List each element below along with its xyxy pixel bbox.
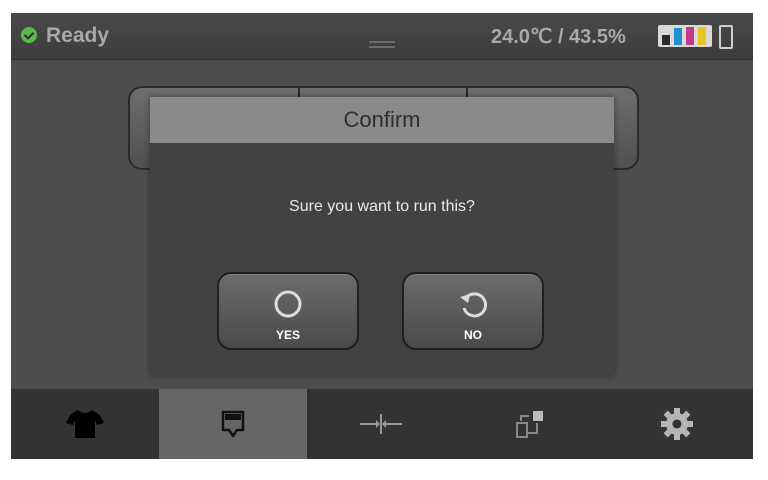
transfer-icon	[516, 411, 543, 438]
tab-tshirt[interactable]	[11, 389, 159, 459]
ink-yellow-icon	[698, 27, 706, 45]
undo-icon	[460, 292, 488, 318]
ink-cyan-icon	[674, 28, 682, 45]
tab-settings[interactable]	[603, 389, 751, 459]
device-icon[interactable]	[719, 25, 733, 49]
adjust-icon	[360, 414, 402, 434]
dialog-title: Confirm	[150, 97, 614, 143]
yes-label: YES	[275, 328, 300, 342]
ink-black-icon	[662, 35, 670, 45]
circle-icon	[274, 290, 302, 318]
printer-screen: Ready 24.0℃ / 43.5% Confirm Sure you wan…	[11, 13, 753, 459]
bottom-nav	[11, 389, 753, 459]
pull-down-handle-icon[interactable]	[369, 41, 395, 53]
tab-transfer[interactable]	[455, 389, 603, 459]
no-button[interactable]: NO	[402, 272, 544, 350]
yes-button[interactable]: YES	[217, 272, 359, 350]
temperature-humidity-readout: 24.0℃ / 43.5%	[491, 26, 626, 48]
platen-icon	[221, 410, 245, 438]
no-label: NO	[464, 328, 482, 342]
dialog-message: Sure you want to run this?	[289, 198, 475, 215]
tab-platen[interactable]	[159, 389, 307, 459]
tab-adjust[interactable]	[307, 389, 455, 459]
confirm-dialog: Confirm Sure you want to run this? YES N…	[150, 97, 614, 375]
ink-level-icon[interactable]	[658, 25, 716, 47]
status-bar: Ready 24.0℃ / 43.5%	[11, 13, 753, 60]
status-text: Ready	[46, 24, 110, 47]
tshirt-icon	[66, 410, 104, 438]
gear-icon	[661, 408, 693, 440]
check-circle-icon	[21, 27, 37, 43]
ink-magenta-icon	[686, 27, 694, 45]
